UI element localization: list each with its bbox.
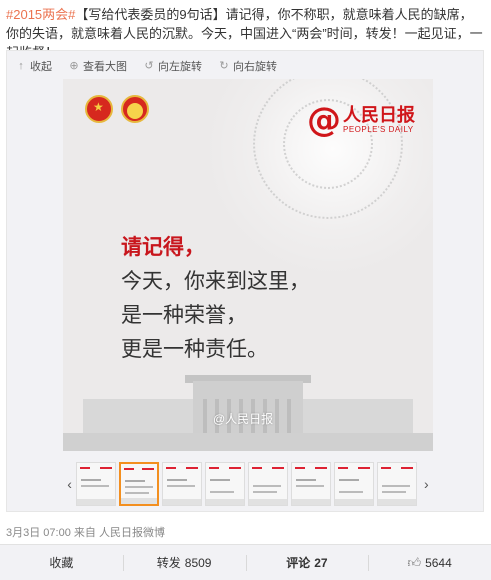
repost-button[interactable]: 转发 8509 bbox=[122, 545, 246, 580]
post-source[interactable]: 人民日报微博 bbox=[99, 527, 165, 539]
thumbnail[interactable] bbox=[162, 462, 203, 506]
like-count: 5644 bbox=[425, 555, 452, 570]
rotate-right-label: 向右旋转 bbox=[233, 61, 277, 73]
thumbnail[interactable] bbox=[376, 462, 417, 506]
collect-label: 收藏 bbox=[49, 556, 74, 570]
brand-name-en: PEOPLE'S DAILY bbox=[343, 125, 414, 134]
at-logo-icon: @ bbox=[307, 100, 341, 140]
peoples-daily-logo: @ 人民日报 PEOPLE'S DAILY bbox=[307, 103, 415, 137]
repost-label: 转发 bbox=[156, 556, 181, 570]
collapse-label: 收起 bbox=[30, 61, 52, 73]
rotate-left-icon: ↺ bbox=[144, 60, 154, 72]
collect-button[interactable]: 收藏 bbox=[0, 545, 123, 580]
thumb-prev-arrow-icon[interactable]: ‹ bbox=[63, 461, 76, 507]
repost-count: 8509 bbox=[184, 555, 212, 570]
from-label: 来自 bbox=[73, 527, 96, 539]
thumbs-up-icon: 👍︎ bbox=[407, 554, 422, 570]
rotate-right-button[interactable]: ↻ 向右旋转 bbox=[218, 58, 277, 74]
image-panel: ↑ 收起 ⊕ 查看大图 ↺ 向左旋转 ↻ 向右旋转 ★ @ 人民日报 PEOPL… bbox=[6, 50, 484, 512]
collapse-button[interactable]: ↑ 收起 bbox=[15, 58, 52, 74]
image-watermark: @人民日报 bbox=[213, 412, 274, 426]
slogan-line-4: 更是一种责任。 bbox=[121, 338, 268, 361]
thumbnail-active[interactable] bbox=[119, 462, 160, 506]
image-toolbar: ↑ 收起 ⊕ 查看大图 ↺ 向左旋转 ↻ 向右旋转 bbox=[15, 55, 293, 77]
rotate-left-label: 向左旋转 bbox=[158, 61, 202, 73]
cppcc-emblem-icon bbox=[121, 95, 149, 123]
zoom-icon: ⊕ bbox=[69, 60, 79, 72]
poster-slogan: 请记得， 今天，你来到这里， 是一种荣誉， 更是一种责任。 bbox=[121, 231, 310, 367]
slogan-line-2: 今天，你来到这里， bbox=[121, 270, 310, 293]
hashtag-link[interactable]: #2015两会# bbox=[6, 7, 75, 22]
comment-label: 评论 bbox=[286, 556, 311, 570]
thumbnail[interactable] bbox=[290, 462, 331, 506]
slogan-line-1: 请记得， bbox=[121, 236, 205, 259]
post-meta: 3月3日 07:00 来自 人民日报微博 bbox=[6, 524, 165, 540]
thumbnail[interactable] bbox=[205, 462, 246, 506]
thumb-next-arrow-icon[interactable]: › bbox=[420, 461, 433, 507]
comment-button[interactable]: 评论 27 bbox=[245, 545, 369, 580]
view-large-button[interactable]: ⊕ 查看大图 bbox=[68, 58, 127, 74]
comment-count: 27 bbox=[314, 555, 328, 570]
collapse-icon: ↑ bbox=[18, 60, 24, 72]
post-date[interactable]: 3月3日 07:00 bbox=[6, 527, 71, 539]
rotate-right-icon: ↻ bbox=[219, 60, 229, 72]
thumbnail[interactable] bbox=[76, 462, 117, 506]
action-bar: 收藏 转发 8509 评论 27 👍︎ 5644 bbox=[0, 544, 491, 580]
thumbnail[interactable] bbox=[248, 462, 288, 506]
rotate-left-button[interactable]: ↺ 向左旋转 bbox=[143, 58, 202, 74]
slogan-line-3: 是一种荣誉， bbox=[121, 304, 247, 327]
thumbnail-strip: ‹ › bbox=[63, 459, 433, 509]
view-large-label: 查看大图 bbox=[83, 61, 127, 73]
brand-name-cn: 人民日报 bbox=[343, 105, 415, 125]
thumbnail[interactable] bbox=[333, 462, 374, 506]
like-button[interactable]: 👍︎ 5644 bbox=[368, 545, 491, 580]
poster-image[interactable]: ★ @ 人民日报 PEOPLE'S DAILY 请记得， 今天，你来到这里， 是… bbox=[63, 79, 433, 451]
national-emblem-icon: ★ bbox=[85, 95, 113, 123]
